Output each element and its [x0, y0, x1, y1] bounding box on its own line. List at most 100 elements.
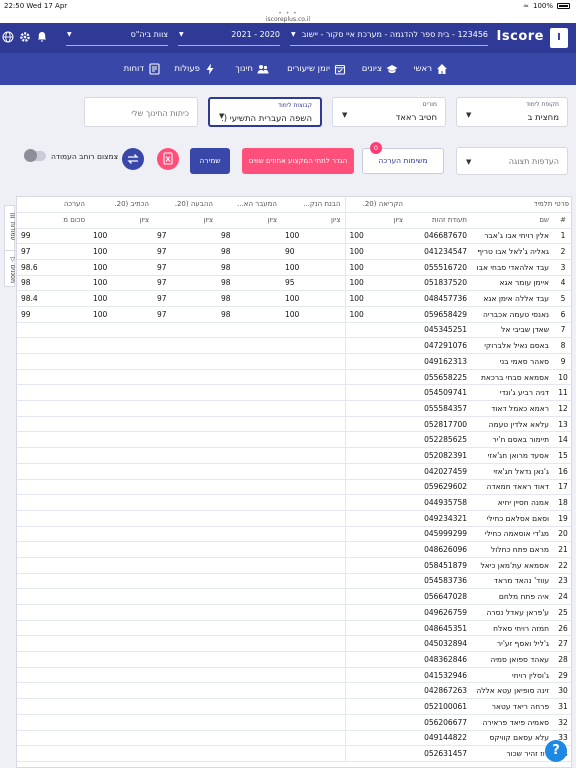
grade-cell[interactable] — [217, 510, 281, 527]
grade-cell[interactable] — [217, 322, 281, 339]
grade-cell[interactable] — [89, 541, 153, 558]
grade-cell[interactable] — [217, 714, 281, 731]
table-row[interactable]: 15 אסעד מרואן חג'אזי 052082391 — [17, 447, 571, 464]
grade-cell[interactable] — [281, 557, 345, 574]
grade-cell[interactable]: 98 — [217, 228, 281, 245]
grade-cell[interactable] — [89, 588, 153, 605]
table-row[interactable]: 25 ע'פראן עאדל נסרה 049626759 — [17, 604, 571, 621]
grade-cell[interactable] — [217, 447, 281, 464]
grade-cell[interactable] — [281, 714, 345, 731]
grade-cell[interactable] — [217, 384, 281, 402]
group-transition[interactable]: המעבר הא... — [217, 197, 281, 213]
grade-cell[interactable] — [153, 541, 217, 558]
logo-icon[interactable]: I — [550, 28, 568, 48]
grade-cell[interactable] — [153, 322, 217, 339]
grade-cell[interactable] — [217, 541, 281, 558]
grade-cell[interactable] — [344, 353, 407, 370]
grade-cell[interactable]: 100 — [344, 243, 407, 260]
table-row[interactable]: 4 איימן עומר אגא 051837520 100 95 98 97 100 98 — [17, 275, 571, 292]
grade-cell[interactable] — [344, 604, 407, 621]
grade-cell[interactable] — [281, 494, 345, 511]
grade-cell[interactable] — [344, 745, 407, 762]
table-row[interactable]: 8 באסם נאיל אלברוקי 047291076 — [17, 337, 571, 354]
table-row[interactable]: 12 ראמא כאמל דאוד 055584357 — [17, 400, 571, 417]
table-row[interactable]: 6 נאנסי טעמה אכבריה 059658429 100 100 98 97 100… — [17, 306, 571, 323]
group-comprehension[interactable]: הבנת הנק... — [281, 197, 345, 213]
table-row[interactable]: 22 אסמאא עת'מאן כיאל 058451879 — [17, 557, 571, 574]
col-total[interactable]: סכום מ — [17, 212, 89, 229]
grade-cell[interactable] — [153, 635, 217, 653]
bell-icon[interactable] — [36, 31, 48, 43]
table-row[interactable]: 19 וסאם אסלאם כחילי 049234321 — [17, 510, 571, 527]
grade-cell[interactable]: 98 — [217, 275, 281, 292]
grade-cell[interactable]: 100 — [344, 290, 407, 307]
grade-cell[interactable] — [217, 651, 281, 668]
period-select[interactable]: תקופת לימוד מחצית ב ▼ — [456, 97, 568, 127]
grade-cell[interactable] — [344, 635, 407, 653]
grade-cell[interactable] — [344, 479, 407, 496]
table-row[interactable]: 21 מראם פתח כחלול 048626096 — [17, 541, 571, 558]
group-expression[interactable]: ההבעה (20. — [153, 197, 217, 213]
grade-cell[interactable] — [281, 730, 345, 747]
tab-filters[interactable]: ▽ מסננים — [5, 250, 16, 288]
browser-url-bar[interactable]: • • • iscoreplus.co.il — [0, 10, 576, 23]
grade-cell[interactable]: 100 — [281, 259, 345, 276]
grade-cell[interactable] — [153, 353, 217, 370]
grade-cell[interactable] — [153, 431, 217, 449]
grade-cell[interactable] — [89, 557, 153, 574]
grade-cell[interactable]: 100 — [89, 275, 153, 292]
grade-cell[interactable]: 100 — [344, 275, 407, 292]
grade-cell[interactable]: 98 — [217, 259, 281, 276]
grade-cell[interactable]: 97 — [153, 243, 217, 260]
gear-icon[interactable] — [19, 31, 31, 43]
grade-cell[interactable]: 100 — [344, 306, 407, 323]
grade-cell[interactable] — [89, 479, 153, 496]
grade-cell[interactable] — [344, 557, 407, 574]
grade-cell[interactable] — [89, 620, 153, 637]
study-group-select[interactable]: קבוצות לימוד השפה העברית התשיעי (1) ח...… — [208, 97, 322, 127]
grade-cell[interactable] — [89, 416, 153, 433]
table-row[interactable]: 27 ג'ליל ואסף זע'יר 045032894 — [17, 635, 571, 653]
grade-cell[interactable] — [281, 416, 345, 433]
grade-cell[interactable] — [344, 463, 407, 480]
table-row[interactable]: 20 מג'די אוסאמה כחילי 045999299 — [17, 526, 571, 543]
nav-lesson-diary[interactable]: יומן שיעורים — [287, 63, 346, 75]
excel-export-button[interactable] — [157, 148, 179, 170]
table-row[interactable]: 1 אלין רויחי אבו ג'אבר 046687670 100 100 98 97… — [17, 228, 571, 245]
grade-cell[interactable] — [217, 588, 281, 605]
table-row[interactable]: 28 עאהד ספואן סמיה 048362846 — [17, 651, 571, 668]
table-row[interactable]: 33 עלא עסאם קוויקס 049144822 — [17, 730, 571, 747]
grade-cell[interactable] — [281, 479, 345, 496]
table-row[interactable]: 14 תיימור באסם ח'יר 052285625 — [17, 431, 571, 449]
table-row[interactable]: 23 עווד' נהאד מראד 054583736 — [17, 573, 571, 590]
equal-percent-button[interactable]: הגדר לתתי המקצוע אחוזים שווים — [242, 148, 354, 174]
grade-cell[interactable] — [217, 635, 281, 653]
grade-cell[interactable] — [217, 463, 281, 480]
grade-cell[interactable] — [344, 416, 407, 433]
grade-cell[interactable] — [281, 322, 345, 339]
grade-cell[interactable] — [89, 682, 153, 700]
table-row[interactable]: 18 אמנה חסיין יחיא 044935758 — [17, 494, 571, 511]
grade-cell[interactable] — [281, 635, 345, 653]
grade-cell[interactable] — [217, 431, 281, 449]
grade-cell[interactable] — [153, 510, 217, 527]
grade-cell[interactable] — [281, 573, 345, 590]
table-row[interactable]: 2 גאליה ג'לאל אבו טריף 041234547 100 90 98 97 1… — [17, 243, 571, 260]
grade-cell[interactable] — [217, 730, 281, 747]
grade-cell[interactable] — [281, 384, 345, 402]
nav-grades[interactable]: ציונים — [362, 63, 398, 75]
grade-cell[interactable] — [89, 510, 153, 527]
grade-cell[interactable] — [217, 667, 281, 684]
grade-cell[interactable] — [153, 416, 217, 433]
grade-cell[interactable] — [344, 620, 407, 637]
table-row[interactable]: 30 זינה סופיאן עטא אללה 042867263 — [17, 682, 571, 700]
grade-cell[interactable]: 100 — [89, 259, 153, 276]
grade-cell[interactable] — [217, 337, 281, 354]
grade-cell[interactable] — [89, 463, 153, 480]
grade-cell[interactable] — [89, 353, 153, 370]
grade-cell[interactable]: 100 — [89, 243, 153, 260]
grade-cell[interactable] — [153, 384, 217, 402]
table-row[interactable]: 26 חמזה רויחי סאלח 048645351 — [17, 620, 571, 637]
grade-cell[interactable] — [281, 667, 345, 684]
table-row[interactable]: 13 עלאא אלדין טעמה 052817700 — [17, 416, 571, 433]
